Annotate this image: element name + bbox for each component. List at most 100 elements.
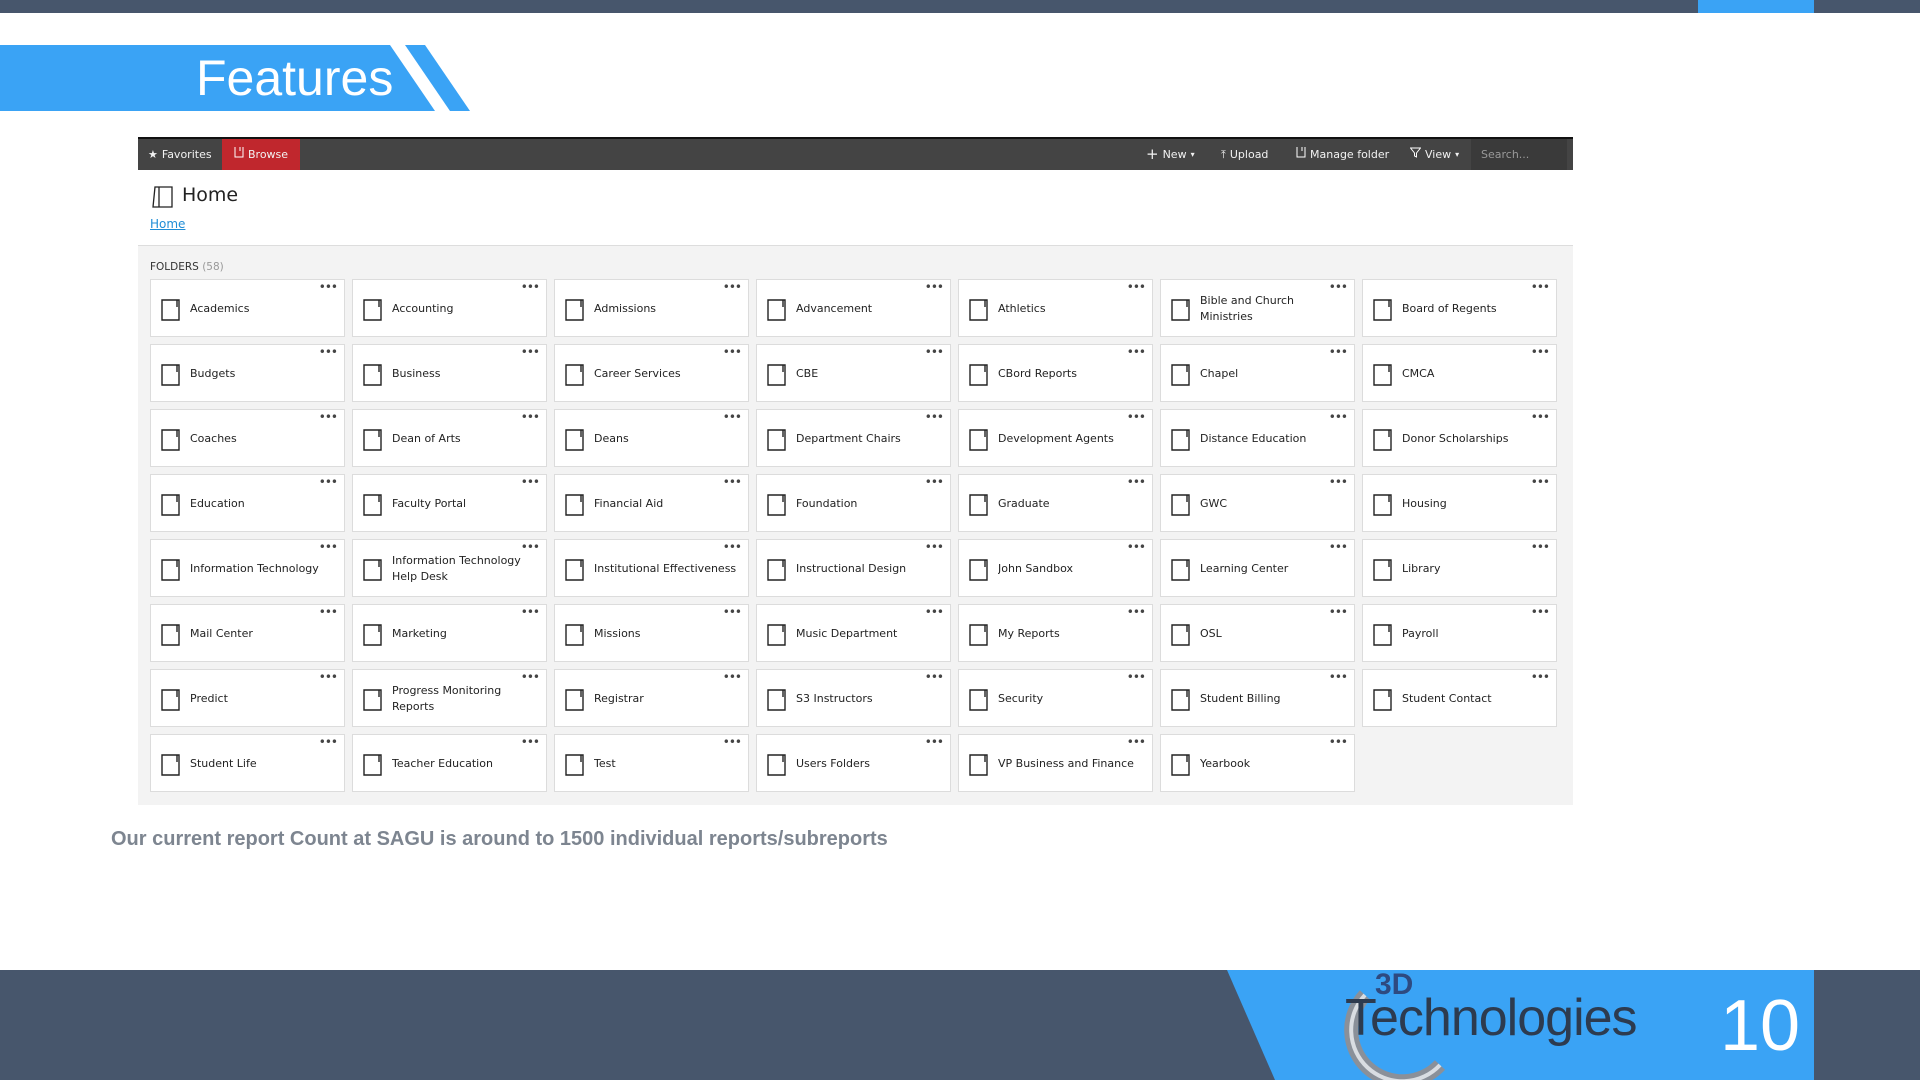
more-options-icon[interactable]: ••• — [723, 475, 742, 489]
folder-tile[interactable]: Deans ••• — [554, 409, 749, 467]
view-button[interactable]: View ▾ — [1409, 139, 1459, 170]
more-options-icon[interactable]: ••• — [925, 735, 944, 749]
folder-tile[interactable]: Housing ••• — [1362, 474, 1557, 532]
more-options-icon[interactable]: ••• — [521, 735, 540, 749]
more-options-icon[interactable]: ••• — [723, 735, 742, 749]
more-options-icon[interactable]: ••• — [1531, 280, 1550, 294]
folder-tile[interactable]: Student Life ••• — [150, 734, 345, 792]
folder-tile[interactable]: OSL ••• — [1160, 604, 1355, 662]
folder-tile[interactable]: Information Technology ••• — [150, 539, 345, 597]
folder-tile[interactable]: Users Folders ••• — [756, 734, 951, 792]
more-options-icon[interactable]: ••• — [1329, 475, 1348, 489]
more-options-icon[interactable]: ••• — [521, 540, 540, 554]
folder-tile[interactable]: VP Business and Finance ••• — [958, 734, 1153, 792]
folder-tile[interactable]: Payroll ••• — [1362, 604, 1557, 662]
folder-tile[interactable]: Instructional Design ••• — [756, 539, 951, 597]
folder-tile[interactable]: Foundation ••• — [756, 474, 951, 532]
more-options-icon[interactable]: ••• — [1531, 540, 1550, 554]
folder-tile[interactable]: Yearbook ••• — [1160, 734, 1355, 792]
more-options-icon[interactable]: ••• — [1329, 345, 1348, 359]
more-options-icon[interactable]: ••• — [521, 345, 540, 359]
folder-tile[interactable]: Security ••• — [958, 669, 1153, 727]
more-options-icon[interactable]: ••• — [1531, 670, 1550, 684]
folder-tile[interactable]: Music Department ••• — [756, 604, 951, 662]
folder-tile[interactable]: Financial Aid ••• — [554, 474, 749, 532]
more-options-icon[interactable]: ••• — [1329, 280, 1348, 294]
more-options-icon[interactable]: ••• — [1329, 735, 1348, 749]
browse-tab[interactable]: Browse — [222, 139, 301, 170]
folder-tile[interactable]: Admissions ••• — [554, 279, 749, 337]
more-options-icon[interactable]: ••• — [319, 605, 338, 619]
folder-tile[interactable]: Test ••• — [554, 734, 749, 792]
upload-button[interactable]: ⤒ Upload — [1221, 139, 1268, 170]
folder-tile[interactable]: Institutional Effectiveness ••• — [554, 539, 749, 597]
folder-tile[interactable]: Faculty Portal ••• — [352, 474, 547, 532]
folder-tile[interactable]: Progress Monitoring Reports ••• — [352, 669, 547, 727]
more-options-icon[interactable]: ••• — [1531, 345, 1550, 359]
folder-tile[interactable]: Donor Scholarships ••• — [1362, 409, 1557, 467]
folder-tile[interactable]: CBE ••• — [756, 344, 951, 402]
manage-folder-button[interactable]: Manage folder — [1296, 139, 1389, 170]
folder-tile[interactable]: Development Agents ••• — [958, 409, 1153, 467]
more-options-icon[interactable]: ••• — [1329, 540, 1348, 554]
more-options-icon[interactable]: ••• — [319, 345, 338, 359]
folder-tile[interactable]: Missions ••• — [554, 604, 749, 662]
folder-tile[interactable]: Bible and Church Ministries ••• — [1160, 279, 1355, 337]
folder-tile[interactable]: Marketing ••• — [352, 604, 547, 662]
more-options-icon[interactable]: ••• — [1531, 410, 1550, 424]
more-options-icon[interactable]: ••• — [1127, 735, 1146, 749]
more-options-icon[interactable]: ••• — [1127, 475, 1146, 489]
folder-tile[interactable]: Education ••• — [150, 474, 345, 532]
folder-tile[interactable]: Student Billing ••• — [1160, 669, 1355, 727]
new-button[interactable]: + New ▾ — [1146, 139, 1195, 170]
folder-tile[interactable]: GWC ••• — [1160, 474, 1355, 532]
more-options-icon[interactable]: ••• — [1127, 280, 1146, 294]
more-options-icon[interactable]: ••• — [521, 605, 540, 619]
more-options-icon[interactable]: ••• — [723, 540, 742, 554]
favorites-tab[interactable]: ★ Favorites — [148, 139, 212, 170]
folder-tile[interactable]: Accounting ••• — [352, 279, 547, 337]
folder-tile[interactable]: Career Services ••• — [554, 344, 749, 402]
more-options-icon[interactable]: ••• — [925, 345, 944, 359]
more-options-icon[interactable]: ••• — [723, 605, 742, 619]
more-options-icon[interactable]: ••• — [1127, 345, 1146, 359]
more-options-icon[interactable]: ••• — [925, 280, 944, 294]
more-options-icon[interactable]: ••• — [1127, 605, 1146, 619]
folder-tile[interactable]: S3 Instructors ••• — [756, 669, 951, 727]
more-options-icon[interactable]: ••• — [1329, 605, 1348, 619]
folder-tile[interactable]: Business ••• — [352, 344, 547, 402]
folder-tile[interactable]: Dean of Arts ••• — [352, 409, 547, 467]
more-options-icon[interactable]: ••• — [925, 475, 944, 489]
more-options-icon[interactable]: ••• — [319, 410, 338, 424]
more-options-icon[interactable]: ••• — [723, 280, 742, 294]
folder-tile[interactable]: Department Chairs ••• — [756, 409, 951, 467]
search-input[interactable]: Search... — [1471, 139, 1567, 170]
more-options-icon[interactable]: ••• — [925, 605, 944, 619]
more-options-icon[interactable]: ••• — [319, 280, 338, 294]
folder-tile[interactable]: Coaches ••• — [150, 409, 345, 467]
more-options-icon[interactable]: ••• — [723, 410, 742, 424]
folder-tile[interactable]: Mail Center ••• — [150, 604, 345, 662]
breadcrumb-home[interactable]: Home — [150, 217, 185, 231]
more-options-icon[interactable]: ••• — [319, 540, 338, 554]
folder-tile[interactable]: Athletics ••• — [958, 279, 1153, 337]
more-options-icon[interactable]: ••• — [521, 475, 540, 489]
folder-tile[interactable]: Advancement ••• — [756, 279, 951, 337]
folder-tile[interactable]: Student Contact ••• — [1362, 669, 1557, 727]
folder-tile[interactable]: CMCA ••• — [1362, 344, 1557, 402]
folder-tile[interactable]: Information Technology Help Desk ••• — [352, 539, 547, 597]
more-options-icon[interactable]: ••• — [319, 475, 338, 489]
more-options-icon[interactable]: ••• — [521, 280, 540, 294]
more-options-icon[interactable]: ••• — [1329, 670, 1348, 684]
folder-tile[interactable]: Distance Education ••• — [1160, 409, 1355, 467]
folder-tile[interactable]: My Reports ••• — [958, 604, 1153, 662]
folder-tile[interactable]: John Sandbox ••• — [958, 539, 1153, 597]
more-options-icon[interactable]: ••• — [925, 670, 944, 684]
more-options-icon[interactable]: ••• — [1127, 670, 1146, 684]
folder-tile[interactable]: Learning Center ••• — [1160, 539, 1355, 597]
folder-tile[interactable]: Graduate ••• — [958, 474, 1153, 532]
more-options-icon[interactable]: ••• — [319, 735, 338, 749]
more-options-icon[interactable]: ••• — [521, 670, 540, 684]
folder-tile[interactable]: Academics ••• — [150, 279, 345, 337]
folder-tile[interactable]: Chapel ••• — [1160, 344, 1355, 402]
